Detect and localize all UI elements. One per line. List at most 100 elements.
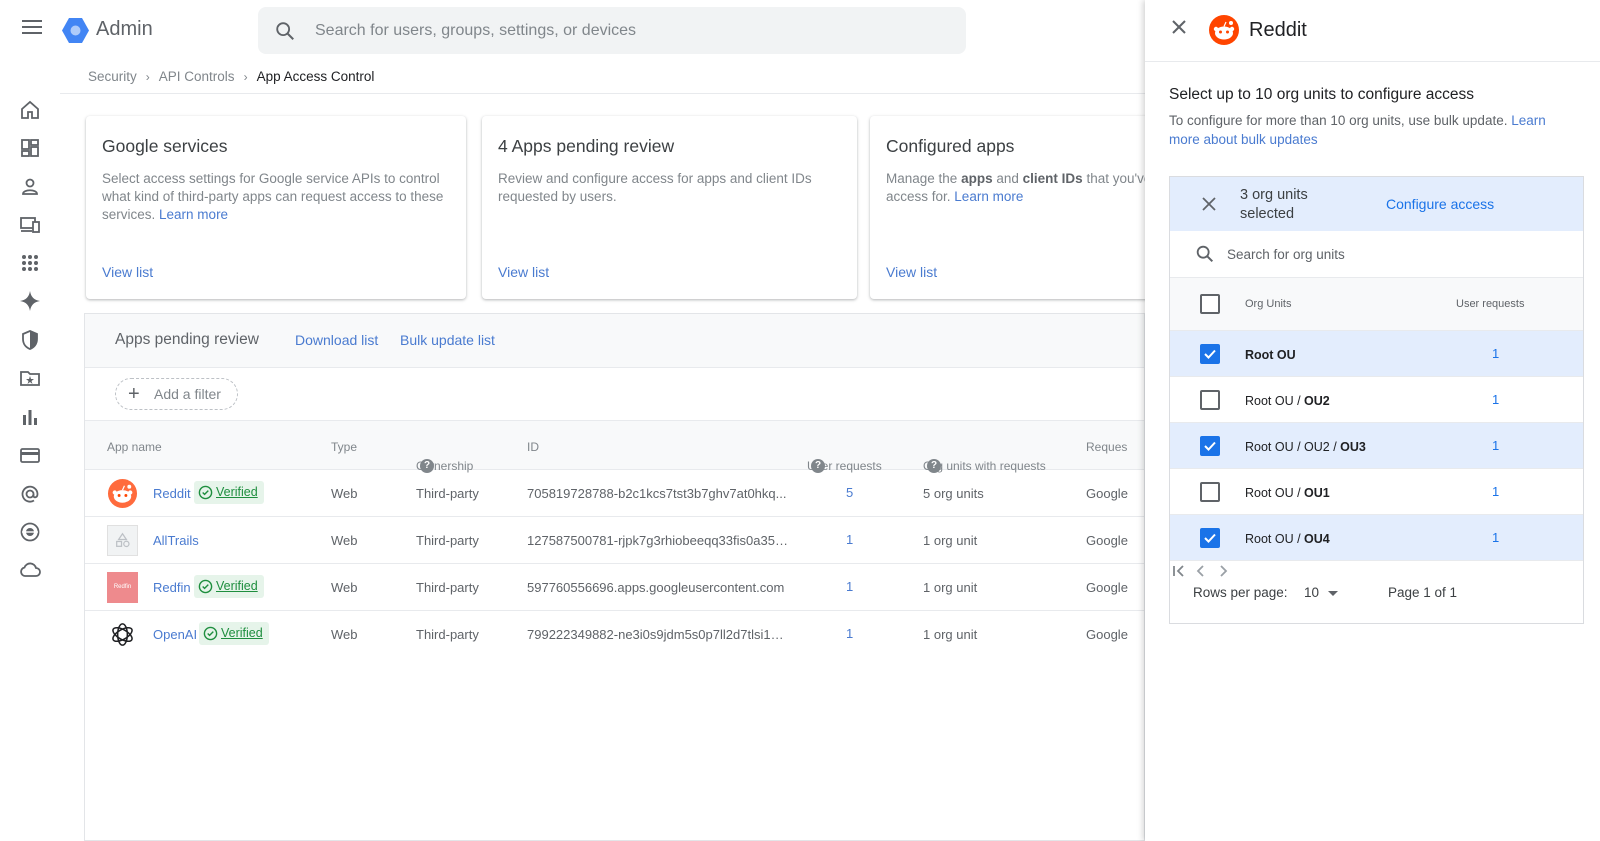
org-unit-checkbox[interactable] xyxy=(1200,390,1220,410)
org-unit-checkbox[interactable] xyxy=(1200,528,1220,548)
org-unit-row[interactable]: Root OU / OU4 1 xyxy=(1170,515,1583,561)
search-placeholder: Search for users, groups, settings, or d… xyxy=(315,22,637,39)
apps-pending-table: Apps pending review Download list Bulk u… xyxy=(84,313,1145,841)
account-icon[interactable] xyxy=(18,482,42,506)
requested-services: Google xyxy=(1086,627,1128,642)
user-icon[interactable] xyxy=(18,175,42,199)
app-name-link[interactable]: OpenAI xyxy=(153,627,197,642)
org-units-search-input[interactable]: Search for org units xyxy=(1170,231,1583,278)
org-unit-path: Root OU / OU4 xyxy=(1245,532,1330,546)
breadcrumb-api-controls[interactable]: API Controls xyxy=(159,69,235,84)
requested-services: Google xyxy=(1086,486,1128,501)
table-row[interactable]: AllTrails Web Third-party 127587500781-r… xyxy=(85,517,1144,564)
close-icon[interactable] xyxy=(1169,17,1189,37)
org-unit-row[interactable]: Root OU / OU1 1 xyxy=(1170,469,1583,515)
storage-icon[interactable] xyxy=(18,558,42,582)
learn-more-link[interactable]: Learn more xyxy=(954,189,1023,204)
org-unit-row[interactable]: Root OU / OU2 / OU3 1 xyxy=(1170,423,1583,469)
chevron-right-icon: › xyxy=(243,69,248,84)
bulk-update-list-button[interactable]: Bulk update list xyxy=(400,332,495,348)
previous-page-icon[interactable] xyxy=(1192,562,1210,580)
rows-per-page-select[interactable]: 10 xyxy=(1304,585,1319,600)
app-ownership: Third-party xyxy=(416,533,479,548)
dashboard-icon[interactable] xyxy=(18,136,42,160)
check-circle-icon xyxy=(198,579,213,594)
clear-selection-icon[interactable] xyxy=(1201,196,1217,212)
org-unit-path: Root OU / OU1 xyxy=(1245,486,1330,500)
org-unit-row[interactable]: Root OU / OU2 1 xyxy=(1170,377,1583,423)
card-title: 4 Apps pending review xyxy=(498,136,675,156)
dropdown-arrow-icon[interactable] xyxy=(1328,591,1338,596)
col-user-requests[interactable]: User requests xyxy=(1456,298,1524,310)
rules-icon[interactable] xyxy=(18,520,42,544)
org-units-count: 1 org unit xyxy=(923,627,978,642)
apps-pending-card: 4 Apps pending review Review and configu… xyxy=(482,116,857,299)
panel-header: Reddit xyxy=(1145,0,1600,62)
check-circle-icon xyxy=(203,626,218,641)
download-list-button[interactable]: Download list xyxy=(295,332,378,348)
global-search-input[interactable]: Search for users, groups, settings, or d… xyxy=(258,7,966,54)
billing-icon[interactable] xyxy=(18,443,42,467)
home-icon[interactable] xyxy=(18,98,42,122)
org-unit-requests[interactable]: 1 xyxy=(1492,346,1499,361)
app-name-link[interactable]: Redfin xyxy=(153,580,191,595)
user-requests-count[interactable]: 1 xyxy=(846,579,853,594)
devices-icon[interactable] xyxy=(18,213,42,237)
app-type: Web xyxy=(331,627,358,642)
panel-info: To configure for more than 10 org units,… xyxy=(1169,113,1546,147)
next-page-icon[interactable] xyxy=(1214,562,1232,580)
org-unit-row[interactable]: Root OU 1 xyxy=(1170,331,1583,377)
col-id[interactable]: ID xyxy=(527,440,539,454)
app-ownership: Third-party xyxy=(416,486,479,501)
view-list-link[interactable]: View list xyxy=(886,264,937,280)
verified-badge: Verified xyxy=(194,481,264,504)
col-requested[interactable]: Reques xyxy=(1086,440,1127,454)
redfin-logo-icon: Redfin xyxy=(107,572,138,603)
gemini-icon[interactable] xyxy=(18,289,42,313)
org-unit-requests[interactable]: 1 xyxy=(1492,392,1499,407)
app-name-link[interactable]: AllTrails xyxy=(153,533,199,548)
org-unit-requests[interactable]: 1 xyxy=(1492,484,1499,499)
search-icon xyxy=(276,22,294,40)
reports-icon[interactable] xyxy=(18,405,42,429)
org-unit-checkbox[interactable] xyxy=(1200,482,1220,502)
main-menu-icon[interactable] xyxy=(22,20,42,36)
configure-access-panel: Reddit Select up to 10 org units to conf… xyxy=(1145,0,1600,841)
org-unit-requests[interactable]: 1 xyxy=(1492,438,1499,453)
breadcrumb-security[interactable]: Security xyxy=(88,69,137,84)
security-icon[interactable] xyxy=(18,328,42,352)
app-ownership: Third-party xyxy=(416,627,479,642)
first-page-icon[interactable] xyxy=(1170,562,1188,580)
org-unit-checkbox[interactable] xyxy=(1200,436,1220,456)
org-unit-path: Root OU xyxy=(1245,348,1296,362)
select-all-checkbox[interactable] xyxy=(1200,294,1220,314)
app-name-link[interactable]: Reddit xyxy=(153,486,191,501)
configure-access-button[interactable]: Configure access xyxy=(1386,196,1494,212)
view-list-link[interactable]: View list xyxy=(498,264,549,280)
verified-badge: Verified xyxy=(194,575,264,598)
panel-title: Reddit xyxy=(1249,19,1307,41)
add-filter-button[interactable]: + Add a filter xyxy=(115,378,238,410)
check-icon xyxy=(1204,441,1216,451)
table-row[interactable]: Redfin Redfin Verified Web Third-party 5… xyxy=(85,564,1144,611)
app-title: Admin xyxy=(96,18,153,40)
user-requests-count[interactable]: 1 xyxy=(846,626,853,641)
apps-icon[interactable] xyxy=(18,251,42,275)
col-app-name[interactable]: App name xyxy=(107,440,162,454)
org-unit-checkbox[interactable] xyxy=(1200,344,1220,364)
org-unit-requests[interactable]: 1 xyxy=(1492,530,1499,545)
requested-services: Google xyxy=(1086,533,1128,548)
col-type[interactable]: Type xyxy=(331,440,357,454)
breadcrumb: Security › API Controls › App Access Con… xyxy=(88,69,374,84)
view-list-link[interactable]: View list xyxy=(102,264,153,280)
learn-more-link[interactable]: Learn more xyxy=(159,207,228,222)
col-org-units[interactable]: Org Units xyxy=(1245,298,1291,310)
folder-icon[interactable] xyxy=(18,366,42,390)
org-units-table: 3 org units selected Configure access Se… xyxy=(1169,176,1584,624)
table-row[interactable]: Reddit Verified Web Third-party 70581972… xyxy=(85,470,1144,517)
user-requests-count[interactable]: 1 xyxy=(846,532,853,547)
app-type: Web xyxy=(331,486,358,501)
user-requests-count[interactable]: 5 xyxy=(846,485,853,500)
table-toolbar: Apps pending review Download list Bulk u… xyxy=(85,314,1144,368)
table-row[interactable]: OpenAI Verified Web Third-party 79922234… xyxy=(85,611,1144,658)
